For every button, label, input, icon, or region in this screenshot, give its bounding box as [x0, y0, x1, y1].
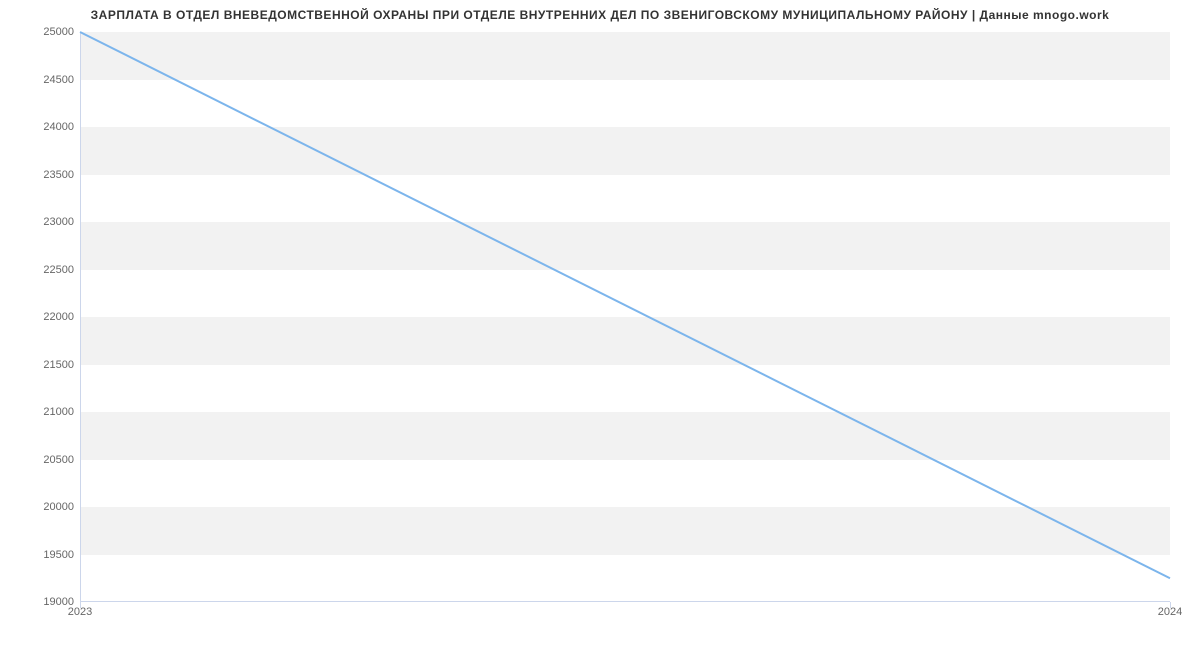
chart-title: ЗАРПЛАТА В ОТДЕЛ ВНЕВЕДОМСТВЕННОЙ ОХРАНЫ…	[0, 0, 1200, 26]
y-tick-label: 22500	[43, 264, 74, 276]
y-tick-label: 21500	[43, 359, 74, 371]
y-tick-label: 21000	[43, 406, 74, 418]
x-tick-label: 2023	[68, 606, 92, 618]
x-tick-label: 2024	[1158, 606, 1182, 618]
y-tick-label: 20500	[43, 454, 74, 466]
y-tick-label: 20000	[43, 501, 74, 513]
y-tick-label: 25000	[43, 26, 74, 38]
data-series-line	[80, 32, 1170, 578]
y-tick-label: 23500	[43, 169, 74, 181]
y-tick-label: 23000	[43, 216, 74, 228]
plot-area	[80, 32, 1170, 602]
y-tick-label: 22000	[43, 311, 74, 323]
chart-container: ЗАРПЛАТА В ОТДЕЛ ВНЕВЕДОМСТВЕННОЙ ОХРАНЫ…	[0, 0, 1200, 650]
chart-line-svg	[80, 32, 1170, 602]
y-tick-label: 24000	[43, 121, 74, 133]
y-tick-label: 24500	[43, 74, 74, 86]
y-tick-label: 19500	[43, 549, 74, 561]
